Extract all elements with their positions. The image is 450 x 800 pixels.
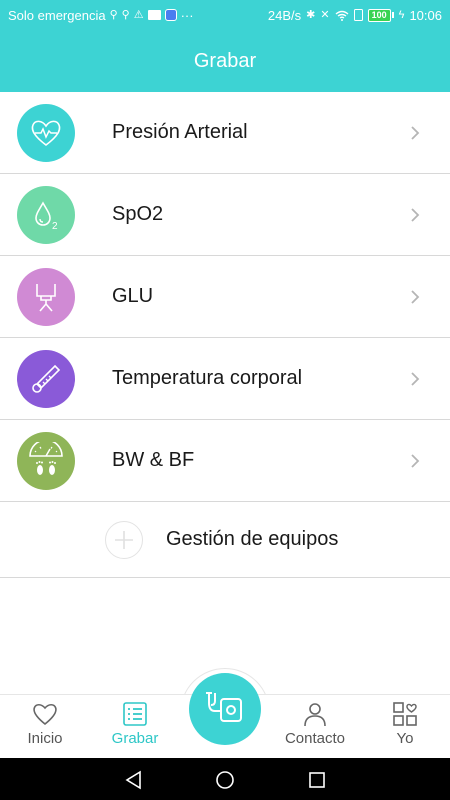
chevron-right-icon	[400, 446, 430, 476]
chevron-right-icon	[400, 200, 430, 230]
plus-icon	[105, 520, 143, 559]
chevron-right-icon	[400, 282, 430, 312]
page-title: Grabar	[193, 49, 257, 72]
battery-icon: 100	[367, 8, 394, 22]
mail-icon	[147, 10, 161, 20]
device-management-label: Gestión de equipos	[166, 528, 339, 550]
home-button[interactable]	[213, 768, 237, 792]
warning-icon: ⚠	[133, 8, 144, 21]
tab-inicio[interactable]: Inicio	[0, 695, 90, 759]
menu-item-glucose[interactable]: GLU	[0, 256, 450, 338]
thermometer-icon	[17, 349, 75, 408]
menu-item-label: Temperatura corporal	[112, 367, 303, 389]
tab-yo[interactable]: Yo	[360, 695, 450, 759]
drop-o2-icon: 2	[17, 185, 75, 244]
status-bar: Solo emergencia ⚲ ⚲ ⚠ ··· 24B/s ✱ ✕ 100 …	[0, 0, 450, 30]
menu-item-spo2[interactable]: 2 SpO2	[0, 174, 450, 256]
charging-icon: ϟ	[398, 8, 405, 21]
network-speed: 24B/s	[267, 7, 302, 23]
menu-item-blood-pressure[interactable]: Presión Arterial	[0, 92, 450, 174]
menu-item-label: Presión Arterial	[112, 121, 248, 143]
tab-label: Grabar	[111, 730, 159, 747]
tab-label: Contacto	[284, 730, 346, 747]
grid-heart-icon	[393, 702, 417, 726]
tab-label: Inicio	[27, 730, 63, 747]
glucose-meter-icon	[17, 267, 75, 326]
system-nav-bar	[0, 758, 450, 800]
clock: 10:06	[409, 7, 442, 23]
battery-level: 100	[367, 8, 391, 22]
record-menu-list: Presión Arterial 2 SpO2 GLU Temperatura …	[0, 92, 450, 578]
sim-icon	[353, 9, 363, 21]
app-header: Grabar	[0, 30, 450, 92]
usb-icon: ⚲	[109, 8, 118, 21]
menu-item-label: SpO2	[112, 203, 164, 225]
tab-label: Yo	[396, 730, 414, 747]
chevron-right-icon	[400, 118, 430, 148]
chevron-right-icon	[400, 364, 430, 394]
menu-item-temperature[interactable]: Temperatura corporal	[0, 338, 450, 420]
usb-icon-2: ⚲	[121, 8, 130, 21]
bluetooth-icon: ✱	[306, 8, 316, 21]
scale-footprints-icon	[17, 431, 75, 490]
home-circle-icon	[216, 771, 234, 789]
mute-icon: ✕	[320, 8, 330, 21]
measure-fab-button[interactable]	[189, 673, 261, 745]
heart-pulse-icon	[17, 103, 75, 162]
menu-item-weight[interactable]: BW & BF	[0, 420, 450, 502]
tab-grabar[interactable]: Grabar	[90, 695, 180, 759]
measure-device-icon	[206, 692, 242, 722]
back-button[interactable]	[122, 768, 146, 792]
list-icon	[123, 702, 147, 726]
app-notification-icon	[164, 9, 177, 21]
tab-contacto[interactable]: Contacto	[270, 695, 360, 759]
svg-text:2: 2	[52, 221, 58, 232]
wifi-icon	[335, 10, 349, 21]
back-triangle-icon	[125, 770, 141, 790]
recents-button[interactable]	[305, 768, 329, 792]
carrier-text: Solo emergencia	[8, 7, 106, 23]
menu-item-label: BW & BF	[112, 449, 195, 471]
heart-icon	[33, 703, 57, 726]
device-management-button[interactable]: Gestión de equipos	[0, 502, 450, 578]
recents-square-icon	[309, 772, 325, 788]
more-notifications: ···	[180, 7, 194, 23]
menu-item-label: GLU	[112, 285, 154, 307]
person-icon	[304, 703, 326, 727]
